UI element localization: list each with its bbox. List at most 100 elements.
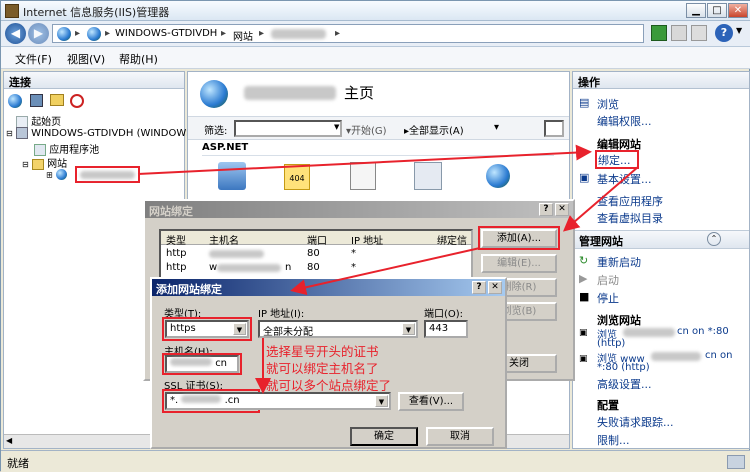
chevron-right-icon: ▸: [221, 28, 227, 39]
table-row[interactable]: http w n 80 *: [161, 262, 471, 275]
action-limits[interactable]: 限制...: [597, 432, 630, 448]
collapse-icon[interactable]: ⊟: [22, 160, 29, 169]
action-restart[interactable]: 重新启动: [597, 254, 641, 270]
net-compilation-icon[interactable]: [218, 162, 246, 190]
action-start[interactable]: 启动: [597, 272, 619, 288]
home-icon[interactable]: [691, 25, 707, 41]
section-manage-site: 管理网站: [579, 235, 623, 248]
view-certificate-button[interactable]: 查看(V)...: [398, 392, 464, 411]
bindings-list-header: 类型 主机名 端口 IP 地址 绑定信: [161, 231, 471, 247]
action-bindings[interactable]: 绑定...: [598, 152, 631, 168]
action-failed-request-tracing[interactable]: 失败请求跟踪...: [597, 414, 674, 430]
add-binding-close-x[interactable]: ✕: [488, 281, 502, 294]
start-filter-label: 开始(G): [351, 126, 387, 137]
chevron-right-icon: ▸: [105, 28, 111, 39]
add-binding-help-button[interactable]: ?: [472, 281, 486, 294]
tree-item-start-page[interactable]: 起始页: [16, 113, 61, 128]
site-bindings-help-button[interactable]: ?: [539, 203, 553, 216]
breadcrumb-server[interactable]: WINDOWS-GTDIVDH: [115, 28, 217, 39]
column-host[interactable]: 主机名: [209, 232, 239, 247]
view-mode-dropdown[interactable]: [544, 120, 564, 137]
action-browse[interactable]: 浏览: [597, 96, 619, 112]
filter-dropdown-icon[interactable]: ▼: [334, 123, 339, 131]
cancel-button[interactable]: 取消: [426, 427, 494, 446]
add-binding-title: 添加网站绑定: [152, 279, 505, 296]
action-basic-settings[interactable]: 基本设置...: [597, 171, 652, 187]
tree-item-site[interactable]: ⊞: [46, 169, 67, 181]
connect-icon[interactable]: [8, 94, 22, 108]
chevron-right-icon: ▸: [335, 28, 341, 39]
site-bindings-close-x[interactable]: ✕: [555, 203, 569, 216]
ip-select[interactable]: 全部未分配 ▼: [258, 320, 418, 338]
cell-host-redacted: [209, 250, 264, 258]
action-view-applications[interactable]: 查看应用程序: [597, 193, 663, 209]
tree-item-server[interactable]: ⊟ WINDOWS-GTDIVDH (WINDOWS-G: [6, 127, 204, 139]
refresh-icon[interactable]: [651, 25, 667, 41]
action-edit-permissions[interactable]: 编辑权限...: [597, 113, 652, 129]
menu-file[interactable]: 文件(F): [15, 51, 52, 67]
collapse-icon[interactable]: ⊟: [6, 129, 13, 138]
action-stop[interactable]: 停止: [597, 290, 619, 306]
ok-button[interactable]: 确定: [350, 427, 418, 446]
folder-icon: [31, 158, 44, 170]
menu-help[interactable]: 帮助(H): [119, 51, 158, 67]
back-button[interactable]: ◀: [5, 23, 26, 44]
action-advanced-settings[interactable]: 高级设置...: [597, 376, 652, 392]
trust-levels-icon[interactable]: [350, 162, 376, 190]
collapse-section-icon[interactable]: ⌃: [707, 232, 721, 246]
group-by-dropdown[interactable]: ▾: [494, 122, 499, 133]
help-dropdown-icon[interactable]: ▼: [736, 26, 742, 35]
forward-button[interactable]: ▶: [28, 23, 49, 44]
start-filter-button[interactable]: ▾开始(G): [346, 122, 387, 137]
address-path[interactable]: ▸ ▸ WINDOWS-GTDIVDH ▸ 网站 ▸ ▸: [52, 24, 644, 43]
chevron-down-icon[interactable]: ▼: [402, 323, 415, 335]
add-binding-title-text: 添加网站绑定: [156, 283, 222, 296]
tree-item-app-pools[interactable]: 应用程序池: [34, 141, 99, 156]
breadcrumb-sites[interactable]: 网站: [233, 28, 253, 43]
host-input[interactable]: cn: [165, 355, 239, 373]
delete-connection-icon[interactable]: [70, 94, 84, 108]
port-input[interactable]: 443: [424, 320, 468, 338]
cell-port: 80: [307, 262, 320, 273]
browse2-proto: *:80 (http): [597, 362, 650, 373]
browse1-tail: cn on *:80: [677, 326, 729, 337]
column-port[interactable]: 端口: [307, 232, 327, 247]
type-select[interactable]: https ▼: [165, 320, 249, 338]
tree-item-sites[interactable]: ⊟ 网站: [22, 155, 67, 170]
column-type[interactable]: 类型: [166, 232, 186, 247]
action-view-virtual-dirs[interactable]: 查看虚拟目录: [597, 210, 663, 226]
show-all-button[interactable]: ▸全部显示(A): [404, 122, 464, 137]
filter-label: 筛选:: [204, 126, 228, 137]
ssl-certificate-select[interactable]: *. .cn ▼: [165, 392, 391, 410]
folder-up-icon[interactable]: [50, 94, 64, 106]
table-row[interactable]: http 80 *: [161, 248, 471, 261]
menu-view[interactable]: 视图(V): [67, 51, 105, 67]
maximize-button[interactable]: □: [707, 3, 727, 18]
site-globe-icon: [55, 169, 67, 180]
column-binding-info[interactable]: 绑定信: [437, 232, 467, 247]
config-icon[interactable]: [414, 162, 442, 190]
add-binding-button[interactable]: 添加(A)...: [481, 229, 557, 248]
minimize-button[interactable]: ▁: [686, 3, 706, 18]
scroll-left-icon[interactable]: ◀: [6, 436, 12, 445]
chevron-down-icon[interactable]: ▼: [233, 323, 246, 335]
chevron-down-icon[interactable]: ▼: [375, 395, 388, 407]
help-icon[interactable]: ?: [715, 24, 733, 42]
save-icon[interactable]: [30, 94, 43, 107]
close-window-button[interactable]: ✕: [728, 3, 748, 18]
error-pages-icon[interactable]: 404: [284, 164, 310, 190]
edit-binding-button[interactable]: 编辑(E)...: [481, 254, 557, 273]
filter-input[interactable]: [234, 120, 342, 137]
iis-app-icon: [5, 4, 19, 18]
globalization-icon[interactable]: [486, 164, 510, 188]
cell-ip: *: [351, 248, 356, 259]
site-highlight-box: [75, 166, 140, 183]
ssl-value-prefix: *.: [170, 395, 179, 406]
site-home-icon: [200, 80, 228, 108]
breadcrumb-site-redacted: [271, 29, 326, 39]
column-ip[interactable]: IP 地址: [351, 232, 383, 247]
ip-label: IP 地址(I):: [258, 309, 305, 320]
stop-icon[interactable]: [671, 25, 687, 41]
expand-icon[interactable]: ⊞: [46, 171, 53, 180]
page-title: 主页: [344, 84, 375, 102]
